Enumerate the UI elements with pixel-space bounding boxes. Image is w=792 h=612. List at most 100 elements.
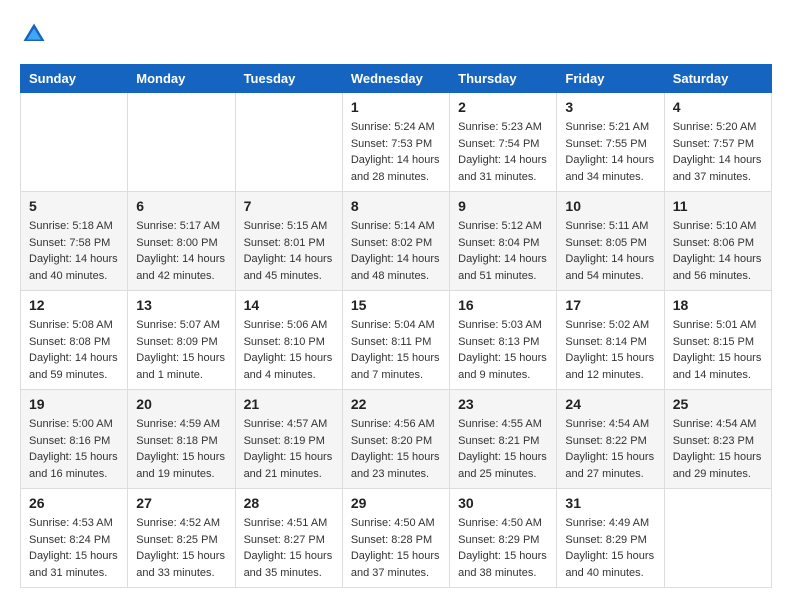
day-number: 18 bbox=[673, 297, 763, 313]
calendar-cell: 3Sunrise: 5:21 AM Sunset: 7:55 PM Daylig… bbox=[557, 93, 664, 192]
calendar-cell: 19 Sunrise: 5:00 AM Sunset: 8:16 PM Dayli… bbox=[21, 390, 128, 489]
calendar-cell: 7 Sunrise: 5:15 AM Sunset: 8:01 PM Daylig… bbox=[235, 192, 342, 291]
calendar-cell: 15 Sunrise: 5:04 AM Sunset: 8:11 PM Dayli… bbox=[342, 291, 449, 390]
day-info: Sunrise: 5:03 AM Sunset: 8:13 PM Dayligh… bbox=[458, 317, 548, 383]
day-number: 1 bbox=[351, 99, 441, 115]
day-number: 11 bbox=[673, 198, 763, 214]
day-info: Sunrise: 4:50 AM Sunset: 8:29 PM Dayligh… bbox=[458, 515, 548, 581]
calendar-cell: 31 Sunrise: 4:49 AM Sunset: 8:29 PM Dayli… bbox=[557, 489, 664, 588]
calendar-cell: 13 Sunrise: 5:07 AM Sunset: 8:09 PM Dayli… bbox=[128, 291, 235, 390]
weekday-header-thursday: Thursday bbox=[450, 65, 557, 93]
calendar-cell: 10 Sunrise: 5:11 AM Sunset: 8:05 PM Dayli… bbox=[557, 192, 664, 291]
day-info: Sunrise: 5:18 AM Sunset: 7:58 PM Dayligh… bbox=[29, 218, 119, 284]
calendar-cell: 11 Sunrise: 5:10 AM Sunset: 8:06 PM Dayli… bbox=[664, 192, 771, 291]
calendar-cell: 28 Sunrise: 4:51 AM Sunset: 8:27 PM Dayli… bbox=[235, 489, 342, 588]
day-number: 21 bbox=[244, 396, 334, 412]
day-number: 23 bbox=[458, 396, 548, 412]
day-info: Sunrise: 4:53 AM Sunset: 8:24 PM Dayligh… bbox=[29, 515, 119, 581]
logo bbox=[20, 20, 52, 48]
calendar-week-4: 19 Sunrise: 5:00 AM Sunset: 8:16 PM Dayli… bbox=[21, 390, 772, 489]
calendar-cell: 14 Sunrise: 5:06 AM Sunset: 8:10 PM Dayli… bbox=[235, 291, 342, 390]
calendar-week-5: 26Sunrise: 4:53 AM Sunset: 8:24 PM Dayli… bbox=[21, 489, 772, 588]
day-info: Sunrise: 4:51 AM Sunset: 8:27 PM Dayligh… bbox=[244, 515, 334, 581]
day-number: 20 bbox=[136, 396, 226, 412]
calendar-cell bbox=[128, 93, 235, 192]
calendar-week-2: 5 Sunrise: 5:18 AM Sunset: 7:58 PM Daylig… bbox=[21, 192, 772, 291]
calendar-cell: 18 Sunrise: 5:01 AM Sunset: 8:15 PM Dayli… bbox=[664, 291, 771, 390]
day-info: Sunrise: 5:14 AM Sunset: 8:02 PM Dayligh… bbox=[351, 218, 441, 284]
day-number: 10 bbox=[565, 198, 655, 214]
calendar-cell: 4Sunrise: 5:20 AM Sunset: 7:57 PM Daylig… bbox=[664, 93, 771, 192]
page-header bbox=[20, 20, 772, 48]
calendar-cell: 1 Sunrise: 5:24 AM Sunset: 7:53 PM Daylig… bbox=[342, 93, 449, 192]
day-number: 19 bbox=[29, 396, 119, 412]
day-number: 14 bbox=[244, 297, 334, 313]
day-info: Sunrise: 5:08 AM Sunset: 8:08 PM Dayligh… bbox=[29, 317, 119, 383]
day-info: Sunrise: 5:06 AM Sunset: 8:10 PM Dayligh… bbox=[244, 317, 334, 383]
weekday-header-sunday: Sunday bbox=[21, 65, 128, 93]
day-number: 27 bbox=[136, 495, 226, 511]
day-info: Sunrise: 5:07 AM Sunset: 8:09 PM Dayligh… bbox=[136, 317, 226, 383]
weekday-header-saturday: Saturday bbox=[664, 65, 771, 93]
day-info: Sunrise: 4:54 AM Sunset: 8:22 PM Dayligh… bbox=[565, 416, 655, 482]
calendar-cell: 23 Sunrise: 4:55 AM Sunset: 8:21 PM Dayli… bbox=[450, 390, 557, 489]
day-info: Sunrise: 5:24 AM Sunset: 7:53 PM Dayligh… bbox=[351, 119, 441, 185]
day-info: Sunrise: 4:55 AM Sunset: 8:21 PM Dayligh… bbox=[458, 416, 548, 482]
day-info: Sunrise: 5:12 AM Sunset: 8:04 PM Dayligh… bbox=[458, 218, 548, 284]
day-info: Sunrise: 5:00 AM Sunset: 8:16 PM Dayligh… bbox=[29, 416, 119, 482]
calendar-cell: 25 Sunrise: 4:54 AM Sunset: 8:23 PM Dayli… bbox=[664, 390, 771, 489]
calendar-table: SundayMondayTuesdayWednesdayThursdayFrid… bbox=[20, 64, 772, 588]
weekday-header-monday: Monday bbox=[128, 65, 235, 93]
calendar-cell: 8 Sunrise: 5:14 AM Sunset: 8:02 PM Daylig… bbox=[342, 192, 449, 291]
calendar-cell: 17Sunrise: 5:02 AM Sunset: 8:14 PM Dayli… bbox=[557, 291, 664, 390]
day-number: 6 bbox=[136, 198, 226, 214]
day-info: Sunrise: 4:49 AM Sunset: 8:29 PM Dayligh… bbox=[565, 515, 655, 581]
day-info: Sunrise: 4:52 AM Sunset: 8:25 PM Dayligh… bbox=[136, 515, 226, 581]
calendar-cell: 26Sunrise: 4:53 AM Sunset: 8:24 PM Dayli… bbox=[21, 489, 128, 588]
day-info: Sunrise: 4:57 AM Sunset: 8:19 PM Dayligh… bbox=[244, 416, 334, 482]
day-number: 13 bbox=[136, 297, 226, 313]
day-number: 12 bbox=[29, 297, 119, 313]
day-number: 8 bbox=[351, 198, 441, 214]
calendar-cell bbox=[21, 93, 128, 192]
day-number: 15 bbox=[351, 297, 441, 313]
weekday-header-friday: Friday bbox=[557, 65, 664, 93]
day-number: 5 bbox=[29, 198, 119, 214]
calendar-week-1: 1 Sunrise: 5:24 AM Sunset: 7:53 PM Daylig… bbox=[21, 93, 772, 192]
day-number: 28 bbox=[244, 495, 334, 511]
day-info: Sunrise: 5:17 AM Sunset: 8:00 PM Dayligh… bbox=[136, 218, 226, 284]
day-number: 25 bbox=[673, 396, 763, 412]
calendar-cell: 30Sunrise: 4:50 AM Sunset: 8:29 PM Dayli… bbox=[450, 489, 557, 588]
day-info: Sunrise: 5:11 AM Sunset: 8:05 PM Dayligh… bbox=[565, 218, 655, 284]
calendar-cell: 6 Sunrise: 5:17 AM Sunset: 8:00 PM Daylig… bbox=[128, 192, 235, 291]
day-info: Sunrise: 5:04 AM Sunset: 8:11 PM Dayligh… bbox=[351, 317, 441, 383]
calendar-cell: 22Sunrise: 4:56 AM Sunset: 8:20 PM Dayli… bbox=[342, 390, 449, 489]
logo-icon bbox=[20, 20, 48, 48]
day-number: 29 bbox=[351, 495, 441, 511]
day-info: Sunrise: 5:02 AM Sunset: 8:14 PM Dayligh… bbox=[565, 317, 655, 383]
calendar-cell: 27 Sunrise: 4:52 AM Sunset: 8:25 PM Dayli… bbox=[128, 489, 235, 588]
calendar-cell: 21 Sunrise: 4:57 AM Sunset: 8:19 PM Dayli… bbox=[235, 390, 342, 489]
calendar-cell: 12 Sunrise: 5:08 AM Sunset: 8:08 PM Dayli… bbox=[21, 291, 128, 390]
day-number: 24 bbox=[565, 396, 655, 412]
day-number: 22 bbox=[351, 396, 441, 412]
day-number: 9 bbox=[458, 198, 548, 214]
day-number: 31 bbox=[565, 495, 655, 511]
calendar-cell bbox=[664, 489, 771, 588]
day-info: Sunrise: 5:01 AM Sunset: 8:15 PM Dayligh… bbox=[673, 317, 763, 383]
calendar-cell: 2Sunrise: 5:23 AM Sunset: 7:54 PM Daylig… bbox=[450, 93, 557, 192]
calendar-cell bbox=[235, 93, 342, 192]
day-info: Sunrise: 5:23 AM Sunset: 7:54 PM Dayligh… bbox=[458, 119, 548, 185]
calendar-cell: 29Sunrise: 4:50 AM Sunset: 8:28 PM Dayli… bbox=[342, 489, 449, 588]
day-info: Sunrise: 5:10 AM Sunset: 8:06 PM Dayligh… bbox=[673, 218, 763, 284]
day-number: 7 bbox=[244, 198, 334, 214]
calendar-cell: 5 Sunrise: 5:18 AM Sunset: 7:58 PM Daylig… bbox=[21, 192, 128, 291]
day-info: Sunrise: 5:15 AM Sunset: 8:01 PM Dayligh… bbox=[244, 218, 334, 284]
day-number: 4 bbox=[673, 99, 763, 115]
calendar-header-row: SundayMondayTuesdayWednesdayThursdayFrid… bbox=[21, 65, 772, 93]
day-number: 16 bbox=[458, 297, 548, 313]
day-info: Sunrise: 4:54 AM Sunset: 8:23 PM Dayligh… bbox=[673, 416, 763, 482]
day-info: Sunrise: 4:59 AM Sunset: 8:18 PM Dayligh… bbox=[136, 416, 226, 482]
calendar-cell: 24 Sunrise: 4:54 AM Sunset: 8:22 PM Dayli… bbox=[557, 390, 664, 489]
calendar-cell: 20 Sunrise: 4:59 AM Sunset: 8:18 PM Dayli… bbox=[128, 390, 235, 489]
